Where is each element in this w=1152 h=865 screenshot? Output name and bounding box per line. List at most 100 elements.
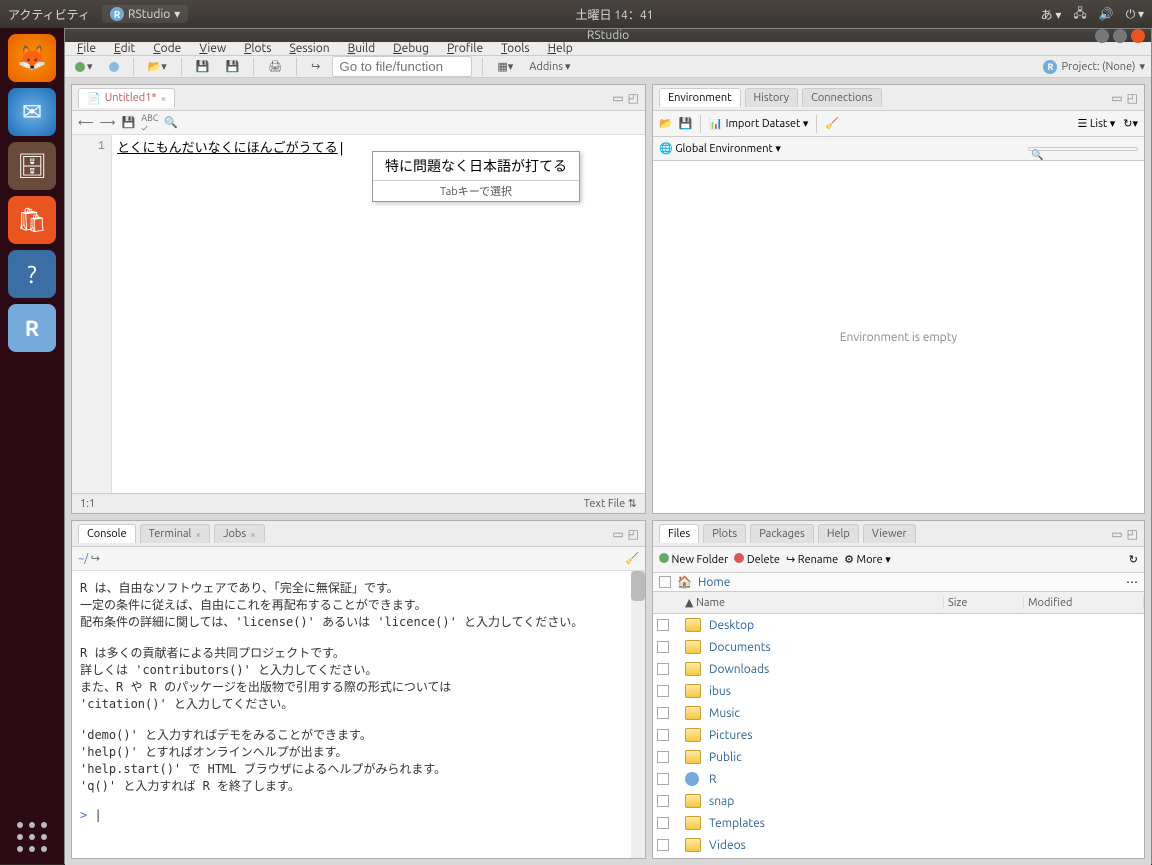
network-icon[interactable]: 🖧 [1073, 4, 1086, 25]
project-menu[interactable]: RProject: (None) ▾ [1043, 60, 1145, 74]
new-folder-button[interactable]: New Folder [659, 553, 728, 566]
file-name[interactable]: Desktop [709, 619, 940, 632]
load-workspace-icon[interactable]: 📂 [659, 117, 673, 130]
refresh-files-icon[interactable]: ↻ [1129, 553, 1138, 566]
tab-files[interactable]: Files [659, 524, 699, 543]
delete-button[interactable]: Delete [734, 553, 780, 566]
file-name[interactable]: R [709, 773, 940, 786]
import-dataset-button[interactable]: 📊 Import Dataset ▾ [709, 117, 808, 130]
file-row[interactable]: Desktop [653, 614, 1144, 636]
file-checkbox[interactable] [657, 817, 669, 829]
menu-help[interactable]: Help [548, 42, 573, 55]
new-file-button[interactable]: ▾ [71, 58, 97, 75]
close-tab-icon[interactable]: × [161, 93, 167, 104]
ime-indicator[interactable]: あ ▾ [1041, 6, 1062, 23]
file-checkbox[interactable] [657, 751, 669, 763]
goto-file-input[interactable] [332, 56, 472, 77]
menu-build[interactable]: Build [348, 42, 376, 55]
tab-console[interactable]: Console [78, 524, 136, 543]
breadcrumb-home[interactable]: Home [698, 576, 730, 589]
col-modified[interactable]: Modified [1024, 597, 1144, 609]
console-output[interactable]: R は、自由なソフトウェアであり、「完全に無保証」です。 一定の条件に従えば、自… [72, 571, 645, 858]
save-all-button[interactable]: 💾 [221, 58, 243, 75]
file-name[interactable]: Public [709, 751, 940, 764]
file-type-selector[interactable]: Text File ⇅ [584, 497, 637, 510]
select-all-checkbox[interactable] [659, 576, 671, 588]
scrollbar[interactable] [631, 571, 645, 858]
file-name[interactable]: Music [709, 707, 940, 720]
help-icon[interactable]: ? [8, 250, 56, 298]
file-name[interactable]: Pictures [709, 729, 940, 742]
minimize-button[interactable] [1095, 29, 1109, 43]
clear-console-icon[interactable]: 🧹 [625, 552, 639, 565]
file-row[interactable]: Templates [653, 812, 1144, 834]
source-editor[interactable]: 1 とくにもんだいなくにほんごがうてる| 特に問題なく日本語が打てる Tabキー… [72, 135, 645, 493]
ime-candidate-popup[interactable]: 特に問題なく日本語が打てる Tabキーで選択 [372, 151, 580, 202]
save-button[interactable]: 💾 [192, 58, 214, 75]
tab-environment[interactable]: Environment [659, 88, 741, 107]
save-workspace-icon[interactable]: 💾 [679, 117, 693, 130]
forward-icon[interactable]: ⟶ [100, 116, 116, 129]
file-name[interactable]: Videos [709, 839, 940, 852]
menu-debug[interactable]: Debug [393, 42, 429, 55]
file-checkbox[interactable] [657, 773, 669, 785]
file-row[interactable]: R [653, 768, 1144, 790]
tab-packages[interactable]: Packages [750, 524, 814, 543]
firefox-icon[interactable]: 🦊 [8, 34, 56, 82]
env-search-input[interactable] [1028, 147, 1138, 151]
file-name[interactable]: Templates [709, 817, 940, 830]
addins-menu[interactable]: Addins ▾ [525, 58, 574, 75]
thunderbird-icon[interactable]: ✉ [8, 88, 56, 136]
file-name[interactable]: ibus [709, 685, 940, 698]
file-row[interactable]: ibus [653, 680, 1144, 702]
file-name[interactable]: Downloads [709, 663, 940, 676]
power-icon[interactable]: ⏻ ▾ [1126, 7, 1144, 22]
file-name[interactable]: Documents [709, 641, 940, 654]
global-env-selector[interactable]: 🌐 Global Environment ▾ [659, 142, 781, 155]
maximize-button[interactable] [1113, 29, 1127, 43]
open-button[interactable]: 📂▾ [144, 58, 171, 75]
file-checkbox[interactable] [657, 685, 669, 697]
file-row[interactable]: Videos [653, 834, 1144, 856]
minimize-pane-icon[interactable]: ▭ [612, 91, 623, 105]
menu-plots[interactable]: Plots [244, 42, 271, 55]
find-icon[interactable]: 🔍 [164, 116, 178, 129]
file-row[interactable]: Pictures [653, 724, 1144, 746]
minimize-pane-icon[interactable]: ▭ [1111, 527, 1122, 541]
tab-plots[interactable]: Plots [703, 524, 746, 543]
list-view-button[interactable]: ☰ List ▾ [1077, 117, 1115, 130]
file-checkbox[interactable] [657, 729, 669, 741]
minimize-pane-icon[interactable]: ▭ [1111, 91, 1122, 105]
apps-grid-icon[interactable] [17, 822, 47, 852]
files-icon[interactable]: 🗄 [8, 142, 56, 190]
app-menu[interactable]: RRStudio ▾ [102, 5, 188, 23]
close-button[interactable] [1131, 29, 1145, 43]
print-button[interactable]: 🖨 [264, 58, 286, 75]
minimize-pane-icon[interactable]: ▭ [612, 527, 623, 541]
home-icon[interactable]: 🏠 [677, 575, 692, 589]
save-source-icon[interactable]: 💾 [122, 116, 136, 129]
file-row[interactable]: Music [653, 702, 1144, 724]
file-row[interactable]: Downloads [653, 658, 1144, 680]
more-button[interactable]: ⚙ More ▾ [844, 553, 891, 566]
tab-connections[interactable]: Connections [802, 88, 881, 107]
tab-jobs[interactable]: Jobs × [214, 524, 265, 543]
file-checkbox[interactable] [657, 707, 669, 719]
file-name[interactable]: snap [709, 795, 940, 808]
software-icon[interactable]: 🛍 [8, 196, 56, 244]
tab-terminal[interactable]: Terminal × [140, 524, 210, 543]
maximize-pane-icon[interactable]: ◰ [628, 527, 639, 541]
ime-candidate[interactable]: 特に問題なく日本語が打てる [373, 152, 579, 181]
menu-code[interactable]: Code [153, 42, 181, 55]
file-checkbox[interactable] [657, 839, 669, 851]
col-size[interactable]: Size [944, 597, 1024, 609]
menu-tools[interactable]: Tools [501, 42, 530, 55]
menu-file[interactable]: File [77, 42, 96, 55]
menu-profile[interactable]: Profile [447, 42, 483, 55]
file-row[interactable]: Public [653, 746, 1144, 768]
activities-button[interactable]: アクティビティ [8, 6, 90, 23]
console-cwd[interactable]: ~/ ↪ [78, 552, 100, 565]
maximize-pane-icon[interactable]: ◰ [1127, 527, 1138, 541]
rename-button[interactable]: ↪ Rename [786, 553, 838, 566]
source-tab[interactable]: 📄Untitled1*× [78, 88, 175, 108]
